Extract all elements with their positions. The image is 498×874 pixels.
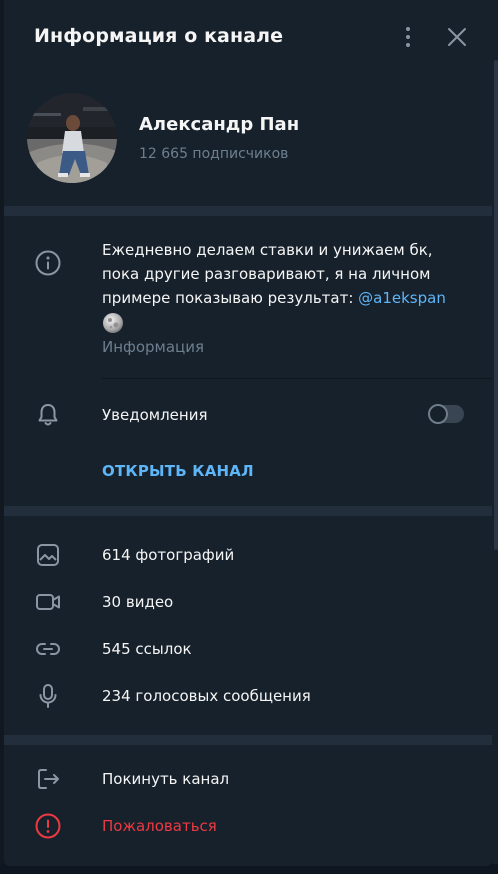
toggle-knob bbox=[428, 404, 448, 424]
more-vertical-icon[interactable] bbox=[400, 25, 416, 49]
avatar[interactable] bbox=[27, 93, 117, 183]
video-icon bbox=[34, 588, 62, 616]
close-icon[interactable] bbox=[444, 24, 470, 50]
section-separator bbox=[4, 206, 492, 216]
description-link[interactable]: @a1ekspan bbox=[358, 289, 446, 307]
subscriber-count: 12 665 подписчиков bbox=[139, 146, 289, 162]
channel-info-dialog: Информация о канале Александр Пан 12 665… bbox=[4, 0, 492, 866]
channel-description: Ежедневно делаем ставки и унижаем бк, по… bbox=[102, 238, 452, 334]
link-icon bbox=[34, 635, 62, 663]
moon-emoji-icon bbox=[102, 312, 124, 334]
report-button[interactable]: Пожаловаться bbox=[102, 817, 217, 835]
media-row-photos[interactable]: 614 фотографий bbox=[102, 546, 234, 564]
media-row-voice[interactable]: 234 голосовых сообщения bbox=[102, 687, 311, 705]
row-divider bbox=[102, 378, 492, 379]
section-separator bbox=[4, 735, 492, 745]
leave-channel-button[interactable]: Покинуть канал bbox=[102, 770, 229, 788]
background-scrollbar bbox=[494, 60, 498, 550]
notifications-toggle[interactable] bbox=[428, 404, 464, 424]
bell-icon bbox=[34, 401, 62, 429]
channel-name: Александр Пан bbox=[139, 114, 300, 135]
dialog-title: Информация о канале bbox=[34, 25, 284, 47]
microphone-icon bbox=[34, 682, 62, 710]
description-label: Информация bbox=[102, 338, 205, 356]
profile-section: Александр Пан 12 665 подписчиков bbox=[4, 74, 492, 206]
dialog-header: Информация о канале bbox=[4, 0, 492, 74]
leave-icon bbox=[34, 765, 62, 793]
notifications-label: Уведомления bbox=[102, 406, 208, 424]
photo-icon bbox=[34, 541, 62, 569]
media-row-links[interactable]: 545 ссылок bbox=[102, 640, 192, 658]
report-icon bbox=[34, 812, 62, 840]
section-separator bbox=[4, 506, 492, 516]
info-icon bbox=[34, 249, 62, 277]
open-channel-button[interactable]: ОТКРЫТЬ КАНАЛ bbox=[102, 462, 254, 480]
media-row-videos[interactable]: 30 видео bbox=[102, 593, 173, 611]
